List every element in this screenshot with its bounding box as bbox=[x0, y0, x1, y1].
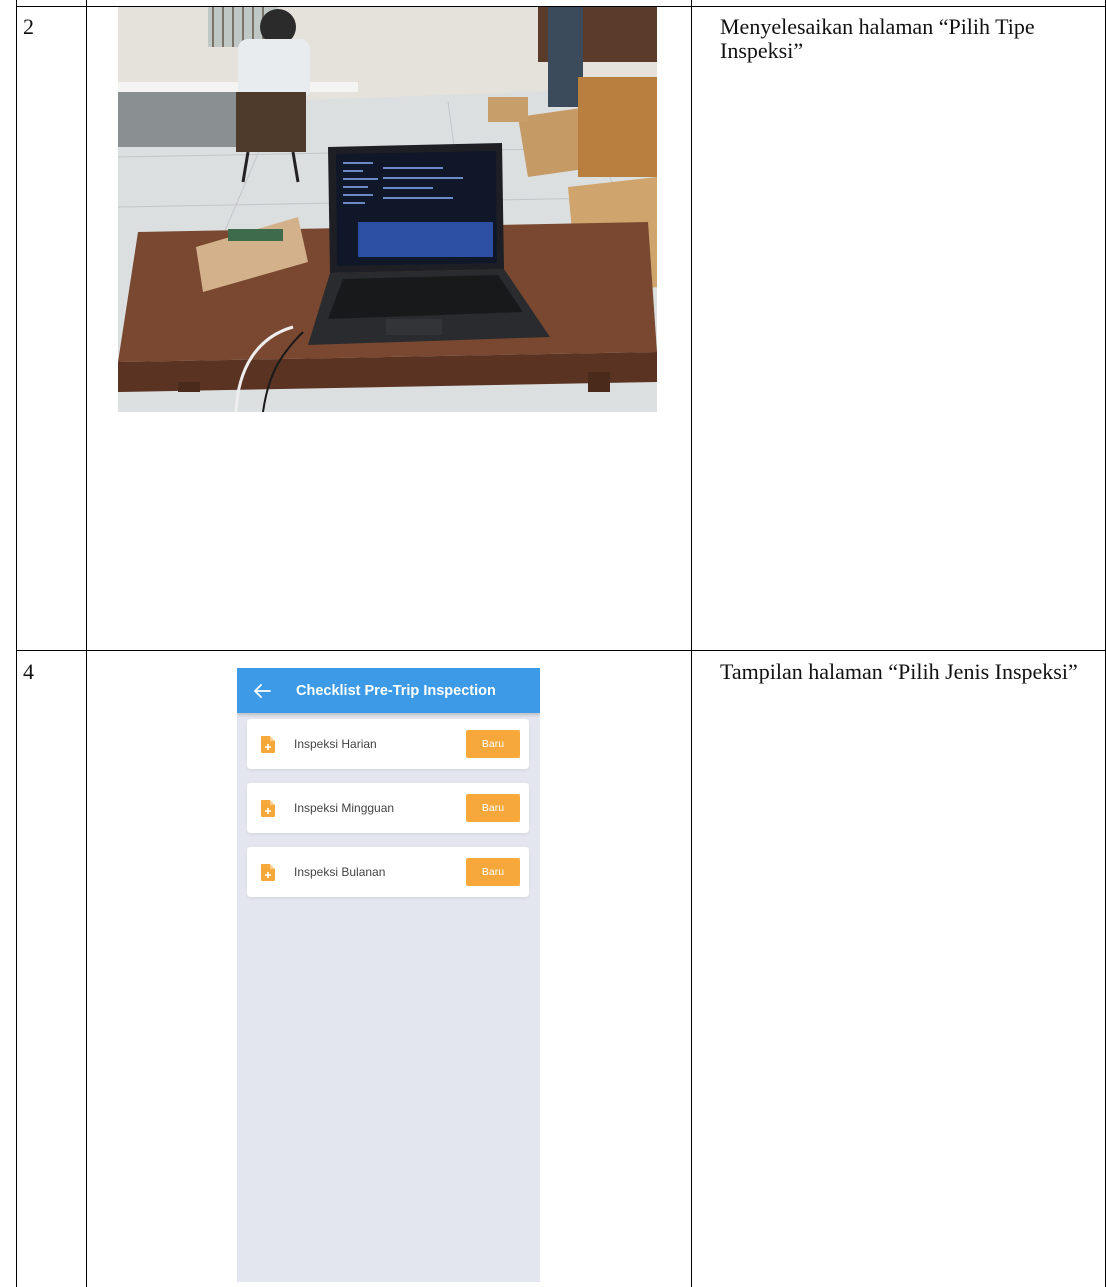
item-label: Inspeksi Bulanan bbox=[294, 865, 386, 879]
new-button[interactable]: Baru bbox=[466, 794, 520, 822]
item-label: Inspeksi Harian bbox=[294, 737, 377, 751]
row-description: Menyelesaikan halaman “Pilih Tipe Inspek… bbox=[720, 14, 1035, 63]
list-item[interactable]: Inspeksi Harian Baru bbox=[247, 719, 529, 769]
new-button[interactable]: Baru bbox=[466, 858, 520, 886]
document-plus-icon bbox=[261, 799, 275, 817]
arrow-left-icon[interactable] bbox=[253, 683, 271, 699]
document-plus-icon bbox=[261, 863, 275, 881]
row-number: 2 bbox=[23, 14, 34, 39]
list-item[interactable]: Inspeksi Bulanan Baru bbox=[247, 847, 529, 897]
laptop-photo bbox=[118, 7, 657, 412]
table-border-left bbox=[16, 0, 17, 1287]
app-title: Checklist Pre-Trip Inspection bbox=[296, 682, 496, 699]
table-border-row bbox=[16, 650, 1106, 651]
item-label: Inspeksi Mingguan bbox=[294, 801, 395, 815]
row-number: 4 bbox=[23, 659, 34, 684]
app-bar: Checklist Pre-Trip Inspection bbox=[237, 668, 540, 713]
new-button[interactable]: Baru bbox=[466, 730, 520, 758]
table-border-col2 bbox=[691, 0, 692, 1287]
document-plus-icon bbox=[261, 735, 275, 753]
phone-screenshot: Checklist Pre-Trip Inspection Inspeksi H… bbox=[237, 668, 540, 1282]
list-item[interactable]: Inspeksi Mingguan Baru bbox=[247, 783, 529, 833]
row-description: Tampilan halaman “Pilih Jenis Inspeksi” bbox=[720, 659, 1078, 684]
table-border-col1 bbox=[86, 0, 87, 1287]
